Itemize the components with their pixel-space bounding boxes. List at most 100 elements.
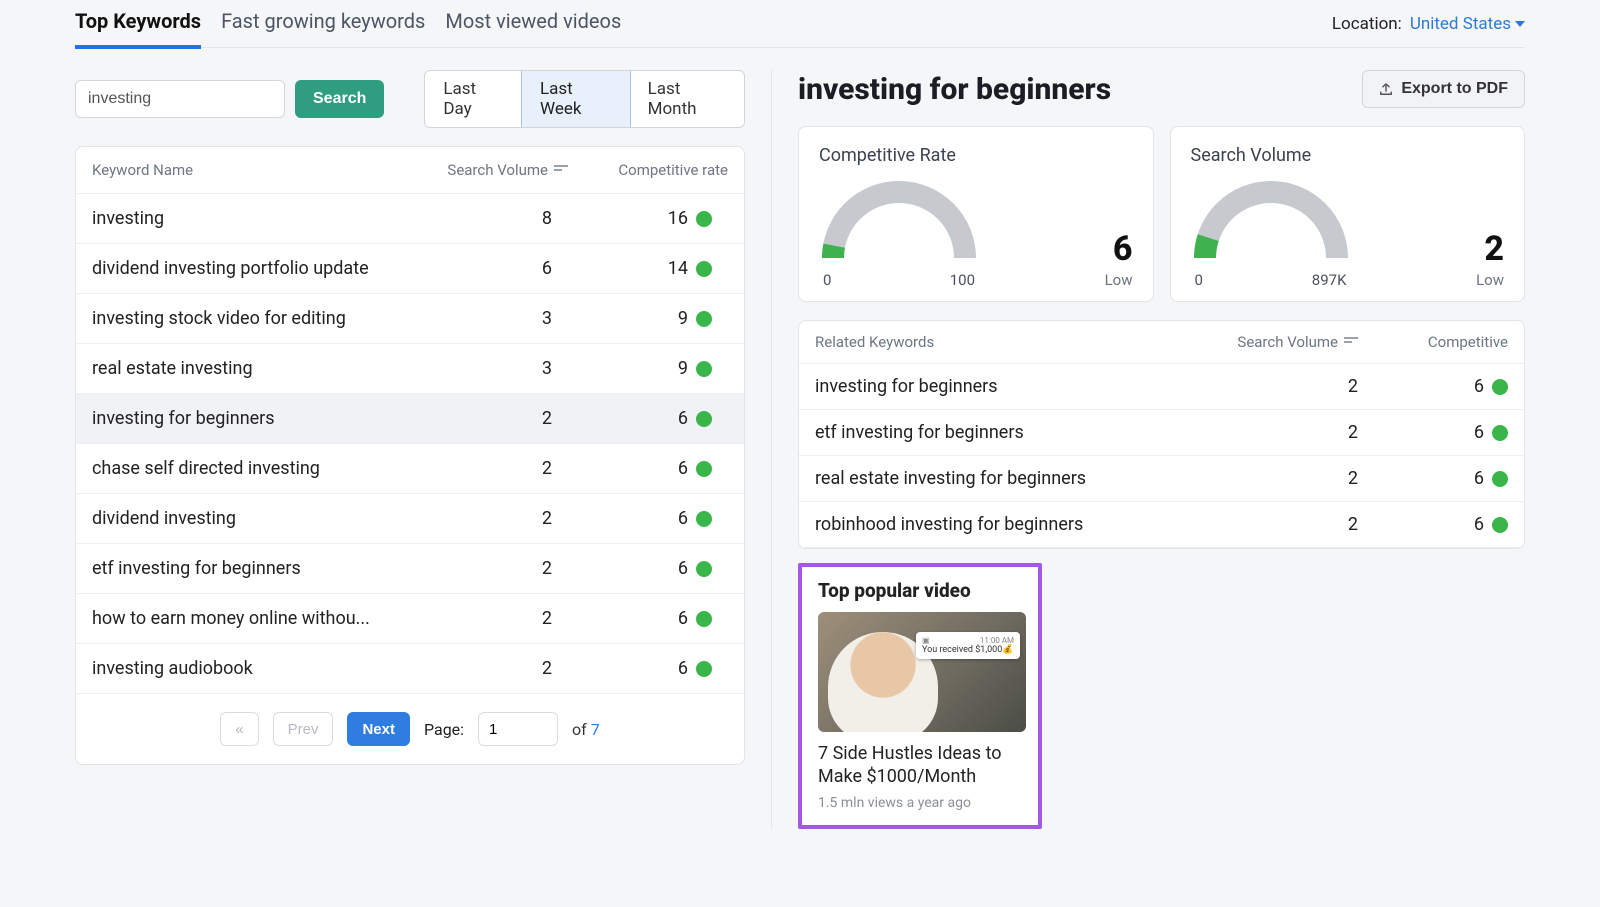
controls-row: Search Last DayLast WeekLast Month bbox=[75, 70, 745, 128]
gauge-value: 2 bbox=[1476, 229, 1504, 269]
tab-top-keywords[interactable]: Top Keywords bbox=[75, 0, 201, 49]
table-row[interactable]: robinhood investing for beginners26 bbox=[799, 502, 1524, 548]
competitive-rate-cell: 6 bbox=[552, 608, 712, 629]
keyword-name: investing for beginners bbox=[92, 408, 392, 429]
top-popular-video-card[interactable]: Top popular video ▣11:00 AM You received… bbox=[798, 563, 1042, 829]
competitive-rate-cell: 6 bbox=[552, 658, 712, 679]
search-volume-cell: 2 bbox=[392, 458, 552, 479]
header-competitive-rate[interactable]: Competitive rate bbox=[568, 161, 728, 179]
search-volume-cell: 2 bbox=[1208, 422, 1358, 443]
video-thumbnail: ▣11:00 AM You received $1,000💰 bbox=[818, 612, 1026, 732]
tab-most-viewed-videos[interactable]: Most viewed videos bbox=[445, 0, 621, 49]
timerange-last-week[interactable]: Last Week bbox=[521, 70, 631, 128]
table-row[interactable]: real estate investing39 bbox=[76, 344, 744, 394]
tab-fast-growing-keywords[interactable]: Fast growing keywords bbox=[221, 0, 425, 49]
search-volume-cell: 2 bbox=[392, 408, 552, 429]
header-keyword-name[interactable]: Keyword Name bbox=[92, 161, 408, 179]
table-row[interactable]: etf investing for beginners26 bbox=[799, 410, 1524, 456]
gauge-title: Competitive Rate bbox=[819, 145, 1133, 166]
page-input[interactable] bbox=[478, 712, 558, 746]
keyword-name: how to earn money online withou... bbox=[92, 608, 392, 629]
keyword-name: real estate investing for beginners bbox=[815, 468, 1208, 489]
search-volume-cell: 2 bbox=[392, 558, 552, 579]
keyword-name: chase self directed investing bbox=[92, 458, 392, 479]
table-row[interactable]: investing for beginners26 bbox=[799, 364, 1524, 410]
rate-dot-icon bbox=[696, 411, 712, 427]
table-row[interactable]: how to earn money online withou...26 bbox=[76, 594, 744, 644]
gauge-search-volume: Search Volume 0 897K bbox=[1170, 126, 1526, 302]
timerange-last-day[interactable]: Last Day bbox=[425, 71, 522, 127]
pagination: « Prev Next Page: of 7 bbox=[76, 694, 744, 764]
rate-dot-icon bbox=[1492, 471, 1508, 487]
header-competitive[interactable]: Competitive bbox=[1358, 333, 1508, 351]
competitive-rate-cell: 6 bbox=[552, 408, 712, 429]
keyword-search-input[interactable] bbox=[75, 80, 285, 118]
gauge-level: Low bbox=[1476, 271, 1504, 289]
header-search-volume[interactable]: Search Volume bbox=[408, 161, 568, 179]
table-row[interactable]: investing for beginners26 bbox=[76, 394, 744, 444]
search-volume-cell: 2 bbox=[392, 658, 552, 679]
timerange-last-month[interactable]: Last Month bbox=[630, 71, 744, 127]
search-button[interactable]: Search bbox=[295, 80, 384, 118]
table-row[interactable]: dividend investing26 bbox=[76, 494, 744, 544]
keyword-name: investing audiobook bbox=[92, 658, 392, 679]
gauge-arc bbox=[1191, 178, 1351, 263]
table-row[interactable]: chase self directed investing26 bbox=[76, 444, 744, 494]
rate-dot-icon bbox=[1492, 379, 1508, 395]
competitive-rate-cell: 14 bbox=[552, 258, 712, 279]
rate-dot-icon bbox=[696, 361, 712, 377]
competitive-rate-cell: 9 bbox=[552, 358, 712, 379]
search-volume-cell: 2 bbox=[1208, 514, 1358, 535]
chevron-down-icon bbox=[1515, 21, 1525, 27]
page-total: of 7 bbox=[572, 720, 600, 739]
keyword-name: etf investing for beginners bbox=[92, 558, 392, 579]
gauge-title: Search Volume bbox=[1191, 145, 1505, 166]
table-row[interactable]: investing stock video for editing39 bbox=[76, 294, 744, 344]
search-volume-cell: 3 bbox=[392, 308, 552, 329]
search-volume-cell: 8 bbox=[392, 208, 552, 229]
table-row[interactable]: investing audiobook26 bbox=[76, 644, 744, 694]
export-pdf-button[interactable]: Export to PDF bbox=[1362, 70, 1525, 108]
next-page-button[interactable]: Next bbox=[347, 712, 410, 746]
prev-page-button[interactable]: Prev bbox=[273, 712, 334, 746]
location-selector: Location: United States bbox=[1332, 14, 1525, 34]
table-row[interactable]: investing816 bbox=[76, 194, 744, 244]
header-related-keywords[interactable]: Related Keywords bbox=[815, 333, 1208, 351]
keyword-name: robinhood investing for beginners bbox=[815, 514, 1208, 535]
search-volume-cell: 2 bbox=[1208, 468, 1358, 489]
table-row[interactable]: etf investing for beginners26 bbox=[76, 544, 744, 594]
export-icon bbox=[1379, 82, 1393, 96]
table-header-row: Keyword Name Search Volume Competitive r… bbox=[76, 147, 744, 194]
rate-dot-icon bbox=[1492, 517, 1508, 533]
sort-desc-icon bbox=[554, 165, 568, 175]
search-volume-cell: 3 bbox=[392, 358, 552, 379]
related-keywords-table: Related Keywords Search Volume Competiti… bbox=[798, 320, 1525, 549]
table-row[interactable]: real estate investing for beginners26 bbox=[799, 456, 1524, 502]
rate-dot-icon bbox=[696, 311, 712, 327]
keyword-name: dividend investing bbox=[92, 508, 392, 529]
first-page-button[interactable]: « bbox=[220, 712, 258, 746]
search-volume-cell: 2 bbox=[392, 508, 552, 529]
rate-dot-icon bbox=[696, 561, 712, 577]
search-volume-cell: 6 bbox=[392, 258, 552, 279]
location-label: Location: bbox=[1332, 14, 1402, 34]
video-meta: 1.5 mln views a year ago bbox=[818, 795, 1022, 811]
rate-dot-icon bbox=[696, 511, 712, 527]
page-label: Page: bbox=[424, 720, 464, 739]
competitive-cell: 6 bbox=[1358, 376, 1508, 397]
table-row[interactable]: dividend investing portfolio update614 bbox=[76, 244, 744, 294]
search-volume-cell: 2 bbox=[1208, 376, 1358, 397]
rate-dot-icon bbox=[696, 661, 712, 677]
top-tab-bar: Top Keywords Fast growing keywords Most vi… bbox=[75, 0, 1525, 48]
keyword-detail-title: investing for beginners bbox=[798, 72, 1111, 107]
keyword-name: investing stock video for editing bbox=[92, 308, 392, 329]
location-value[interactable]: United States bbox=[1410, 14, 1525, 34]
header-search-volume[interactable]: Search Volume bbox=[1208, 333, 1358, 351]
rate-dot-icon bbox=[696, 211, 712, 227]
rate-dot-icon bbox=[696, 261, 712, 277]
table-header-row: Related Keywords Search Volume Competiti… bbox=[799, 321, 1524, 364]
rate-dot-icon bbox=[1492, 425, 1508, 441]
competitive-cell: 6 bbox=[1358, 468, 1508, 489]
keywords-table: Keyword Name Search Volume Competitive r… bbox=[75, 146, 745, 765]
keyword-name: etf investing for beginners bbox=[815, 422, 1208, 443]
